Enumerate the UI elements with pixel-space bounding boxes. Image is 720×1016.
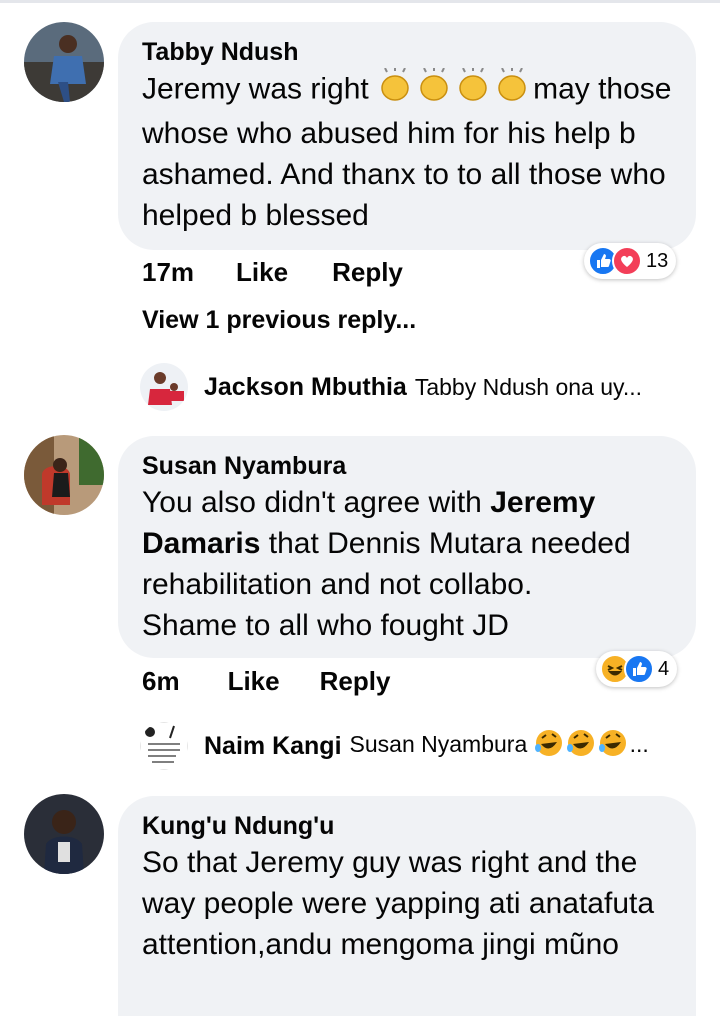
top-divider	[0, 0, 720, 3]
comment-text-part: You also didn't agree with	[142, 486, 491, 519]
reply-preview[interactable]: Jackson Mbuthia Tabby Ndush ona uy...	[140, 362, 642, 412]
reply-snippet: Tabby Ndush ona uy...	[414, 373, 642, 400]
like-icon	[624, 654, 654, 684]
reply-button[interactable]: Reply	[320, 666, 391, 697]
comment-bubble: Kung'u Ndung'u So that Jeremy guy was ri…	[118, 796, 696, 1016]
comment-actions: 6m Like Reply	[142, 663, 390, 699]
avatar[interactable]	[24, 22, 104, 102]
comment-actions: 17m Like Reply	[142, 254, 403, 290]
reply-snippet: Susan Nyambura ...	[350, 728, 649, 764]
love-icon	[612, 246, 642, 276]
comment-bubble: Susan Nyambura You also didn't agree wit…	[118, 436, 696, 658]
comment-text: So that Jeremy guy was right and the way…	[142, 846, 655, 961]
rolling-laughing-icon	[534, 728, 630, 764]
comment-author[interactable]: Tabby Ndush	[142, 36, 672, 68]
reply-snippet-text: Susan Nyambura	[349, 731, 528, 758]
comment-author[interactable]: Kung'u Ndung'u	[142, 810, 672, 842]
reply-author[interactable]: Jackson Mbuthia	[204, 373, 407, 402]
avatar[interactable]	[140, 722, 188, 770]
reply-button[interactable]: Reply	[332, 257, 403, 288]
reply-author[interactable]: Naim Kangi	[204, 732, 342, 761]
comment-text: Jeremy was right may those whose who abu…	[142, 67, 672, 236]
reaction-summary[interactable]: 4	[596, 651, 678, 687]
avatar[interactable]	[140, 363, 188, 411]
reply-preview[interactable]: Naim Kangi Susan Nyambura ...	[140, 721, 649, 771]
comment-text: You also didn't agree with Jeremy Damari…	[142, 482, 672, 646]
reaction-count: 13	[646, 249, 669, 272]
like-button[interactable]: Like	[236, 257, 288, 288]
avatar[interactable]	[24, 794, 104, 874]
view-previous-replies-link[interactable]: View 1 previous reply...	[142, 306, 416, 335]
like-button[interactable]: Like	[228, 666, 280, 697]
avatar[interactable]	[24, 435, 104, 515]
comment-author[interactable]: Susan Nyambura	[142, 450, 672, 482]
comment-timestamp[interactable]: 17m	[142, 257, 194, 288]
reply-snippet-ellipsis: ...	[629, 731, 649, 758]
comment-text-part: Jeremy was right	[142, 72, 378, 106]
comment-bubble: Tabby Ndush Jeremy was right may those w…	[118, 22, 696, 250]
reaction-count: 4	[658, 657, 670, 680]
reaction-summary[interactable]: 13	[584, 243, 677, 279]
comment-timestamp[interactable]: 6m	[142, 666, 180, 697]
clapping-hands-icon	[377, 67, 533, 113]
comment-text-part: Shame to all who fought JD	[142, 609, 509, 642]
